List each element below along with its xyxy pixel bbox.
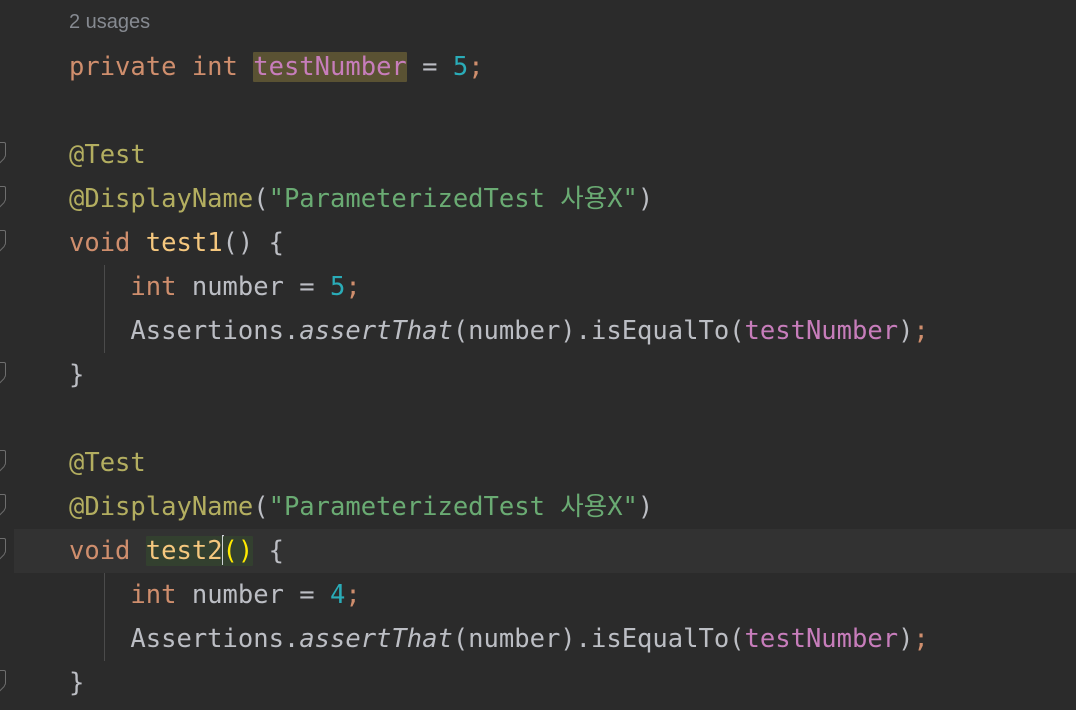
code-token: = [406,52,453,82]
code-token: } [69,360,85,390]
code-token: ( [253,492,269,522]
code-token: number = [176,580,331,610]
code-token: (number).isEqualTo( [452,624,745,654]
code-line-text: void test1() { [0,221,284,265]
code-line-text: Assertions.assertThat(number).isEqualTo(… [0,309,929,353]
code-token: ( [253,184,269,214]
code-token: ) [637,492,654,522]
code-token: ) [898,624,914,654]
code-line-text: @DisplayName("ParameterizedTest 사용X") [0,485,653,529]
code-line-text: int number = 4; [0,573,361,617]
code-token: ; [468,52,484,82]
code-token: ; [913,624,929,654]
code-token: ; [913,316,929,346]
code-token: private [69,52,177,82]
code-line[interactable]: @DisplayName("ParameterizedTest 사용X") [0,485,1076,529]
code-line[interactable]: } [0,661,1076,705]
run-test-gutter-icon[interactable] [0,230,6,247]
code-token: assertThat [299,624,453,654]
code-token: void [69,536,131,566]
code-token: int [130,580,177,610]
code-token: number = [176,272,331,302]
code-token: "ParameterizedTest 사용X" [268,492,638,522]
code-line[interactable]: void test1() { [0,221,1076,265]
run-test-gutter-icon[interactable] [0,538,6,555]
code-token: @DisplayName [69,184,254,214]
code-line[interactable]: private int testNumber = 5; [0,45,1076,89]
code-editor[interactable]: 2 usages private int testNumber = 5; @Test… [0,0,1076,710]
code-token: testNumber [744,316,899,346]
code-line-text: @Test [0,441,146,485]
run-test-gutter-icon[interactable] [0,450,6,467]
code-line[interactable] [0,397,1076,441]
run-test-gutter-icon[interactable] [0,186,6,203]
code-token: assertThat [299,316,453,346]
code-line-text: int number = 5; [0,265,361,309]
run-test-gutter-icon[interactable] [0,362,6,379]
code-token: ) [637,184,654,214]
code-line[interactable]: Assertions.assertThat(number).isEqualTo(… [0,309,1076,353]
code-token: test2 [145,536,223,566]
run-test-gutter-icon[interactable] [0,142,6,159]
code-token: @Test [69,140,146,170]
code-token: testNumber [253,52,407,82]
code-token: void [69,228,131,258]
editor-gutter[interactable] [0,0,14,710]
code-line[interactable]: @Test [0,441,1076,485]
code-token: test1 [145,228,223,258]
code-line[interactable]: int number = 4; [0,573,1076,617]
code-vision-usages-hint[interactable]: 2 usages [69,0,150,44]
code-token: { [253,536,284,566]
code-line[interactable]: int number = 5; [0,265,1076,309]
code-token: ; [345,580,361,610]
code-token: 4 [330,580,346,610]
code-token: testNumber [744,624,899,654]
code-token: @DisplayName [69,492,254,522]
code-token: 5 [452,52,469,82]
code-token: ; [345,272,361,302]
code-token: "ParameterizedTest 사용X" [268,184,638,214]
code-token: @Test [69,448,146,478]
code-line-text: @DisplayName("ParameterizedTest 사용X") [0,177,653,221]
code-token: int [191,52,238,82]
code-token: 5 [330,272,346,302]
code-line[interactable] [0,89,1076,133]
code-token: ) [898,316,914,346]
code-line[interactable]: @DisplayName("ParameterizedTest 사용X") [0,177,1076,221]
code-token: Assertions. [69,624,300,654]
code-lines-container[interactable]: 2 usages private int testNumber = 5; @Test… [0,0,1076,710]
code-token: () [222,536,254,566]
code-line-text: private int testNumber = 5; [0,45,484,89]
code-line-text: @Test [0,133,146,177]
run-test-gutter-icon[interactable] [0,494,6,511]
code-token: } [69,668,85,698]
code-token: (number).isEqualTo( [452,316,745,346]
code-line-text: Assertions.assertThat(number).isEqualTo(… [0,617,929,661]
code-token: int [130,272,177,302]
code-token: Assertions. [69,316,300,346]
code-line[interactable]: @Test [0,133,1076,177]
code-line-text: void test2() { [0,529,284,573]
code-line-current[interactable]: void test2() { [0,529,1076,573]
run-test-gutter-icon[interactable] [0,670,6,687]
code-line[interactable]: Assertions.assertThat(number).isEqualTo(… [0,617,1076,661]
code-token: () { [222,228,284,258]
code-line[interactable]: } [0,353,1076,397]
